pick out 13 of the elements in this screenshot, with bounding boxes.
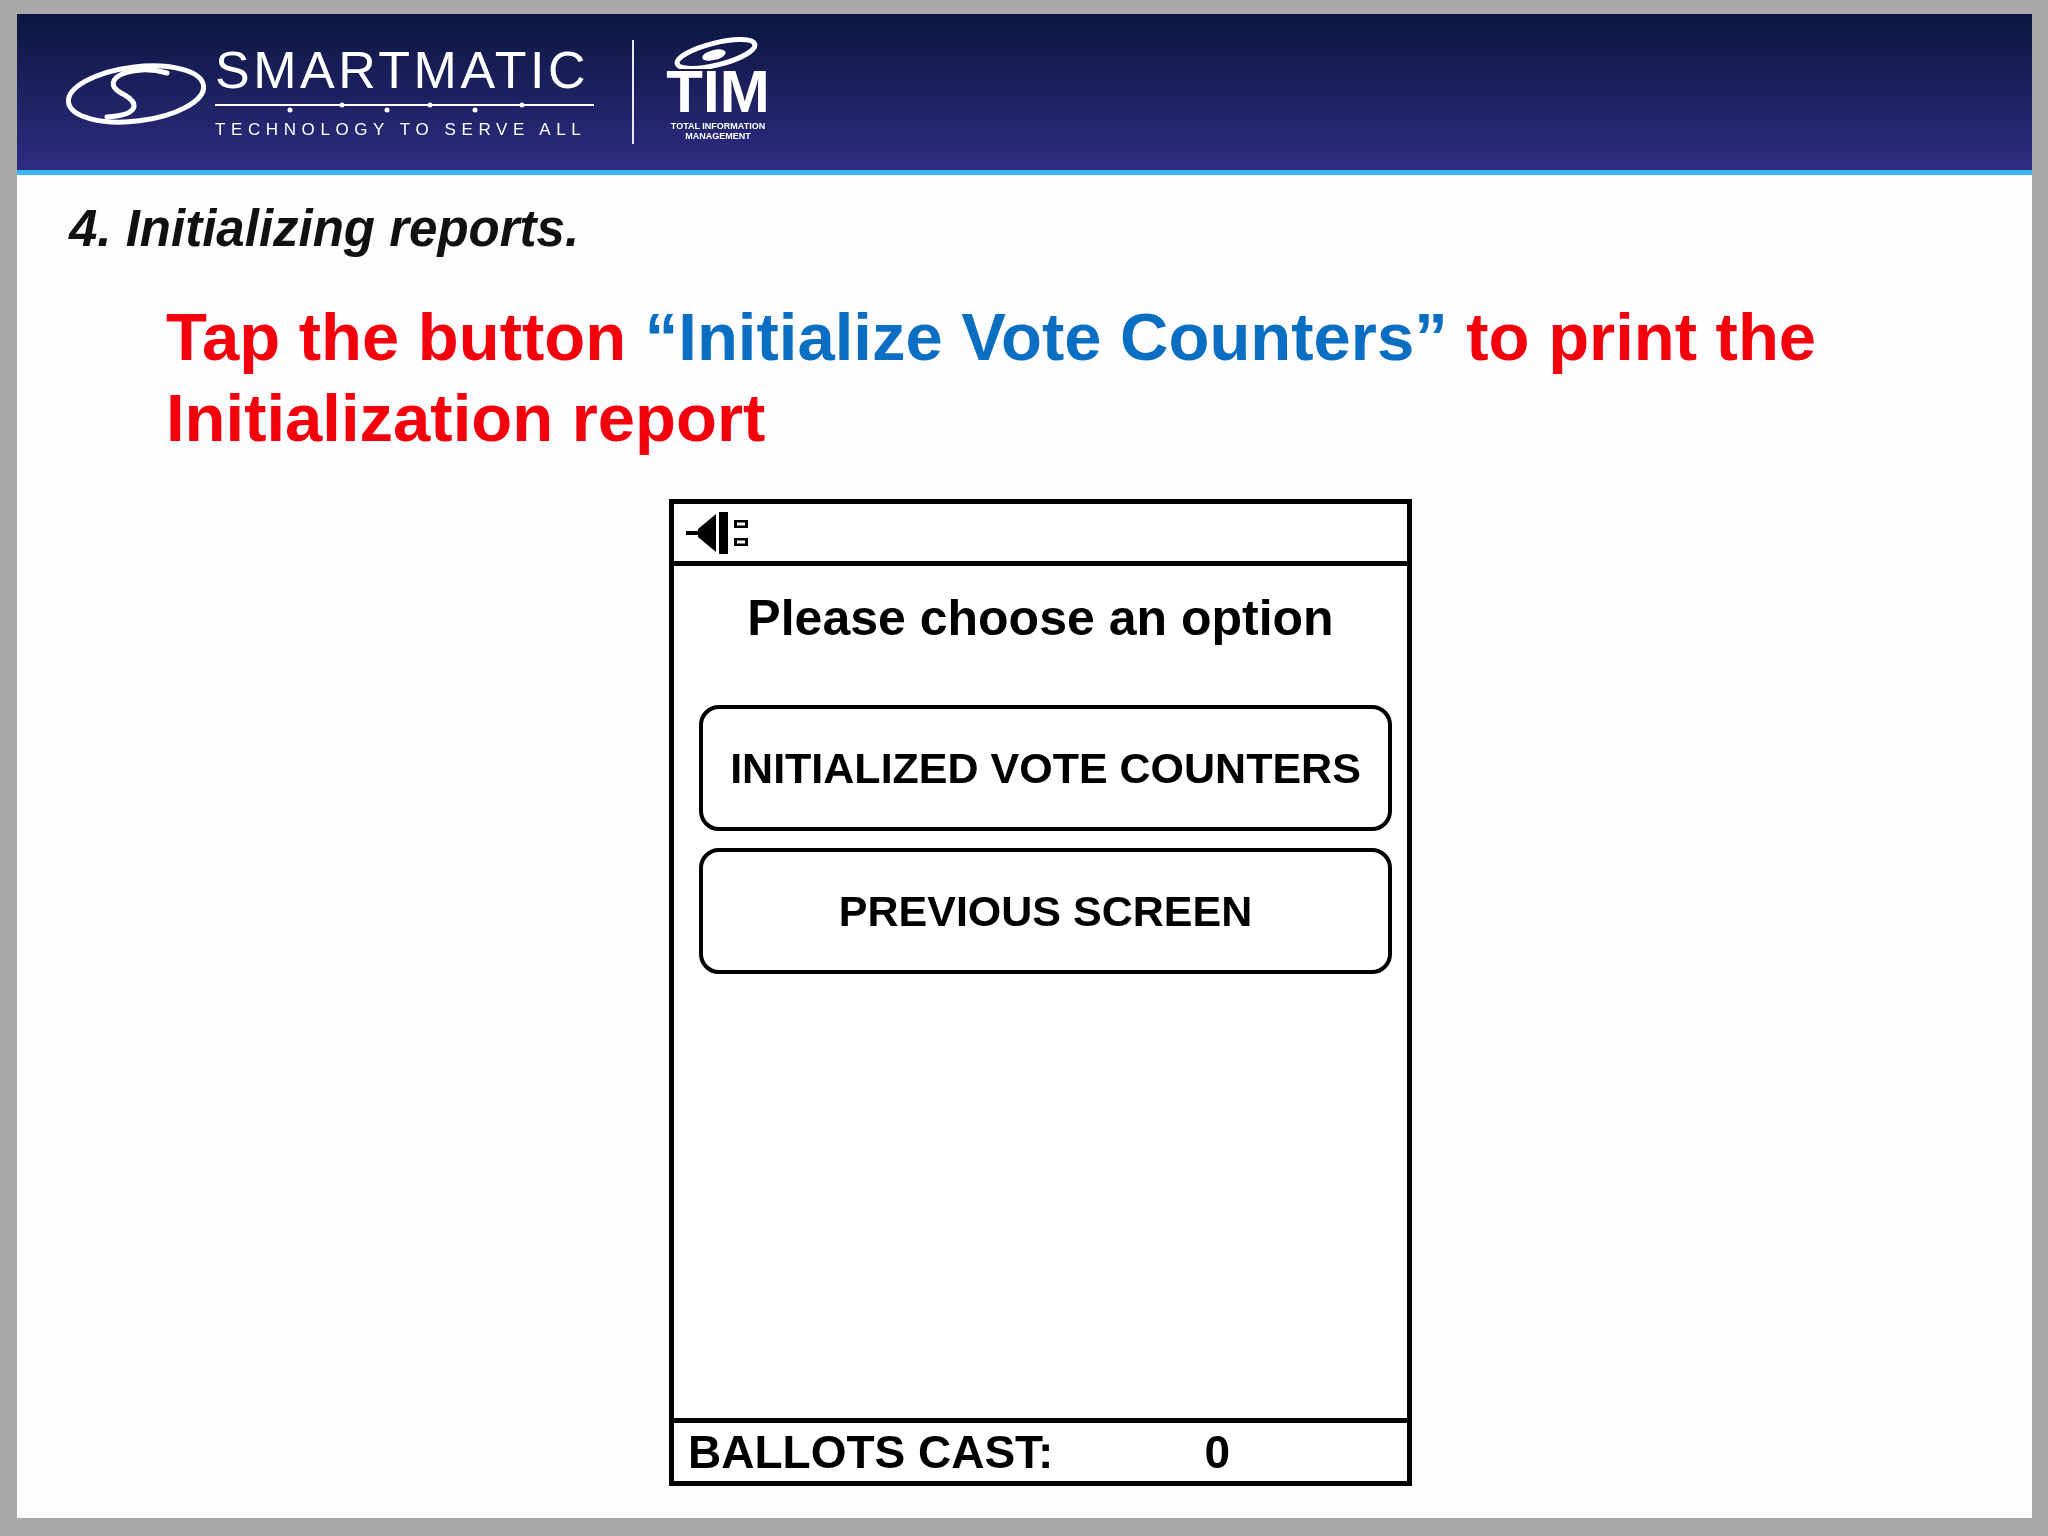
plug-icon <box>686 509 750 556</box>
instruction-text: Tap the button “Initialize Vote Counters” to print the Initialization report <box>166 298 1818 457</box>
partner-tagline: TOTAL INFORMATION MANAGEMENT <box>669 121 767 141</box>
logo-wordmark: SMARTMATIC <box>215 44 589 96</box>
partner-wordmark: TIM <box>666 67 770 117</box>
slide-heading: 4. Initializing reports. <box>69 199 580 258</box>
ballots-cast-label: BALLOTS CAST: <box>688 1427 1054 1477</box>
option-button[interactable]: PREVIOUS SCREEN <box>699 848 1392 974</box>
option-button[interactable]: INITIALIZED VOTE COUNTERS <box>699 705 1392 831</box>
logo-tagline: TECHNOLOGY TO SERVE ALL <box>215 120 587 140</box>
dotted-rule-icon <box>215 102 594 114</box>
screen-prompt: Please choose an option <box>747 589 1334 648</box>
ballots-cast-value: 0 <box>1204 1427 1230 1477</box>
